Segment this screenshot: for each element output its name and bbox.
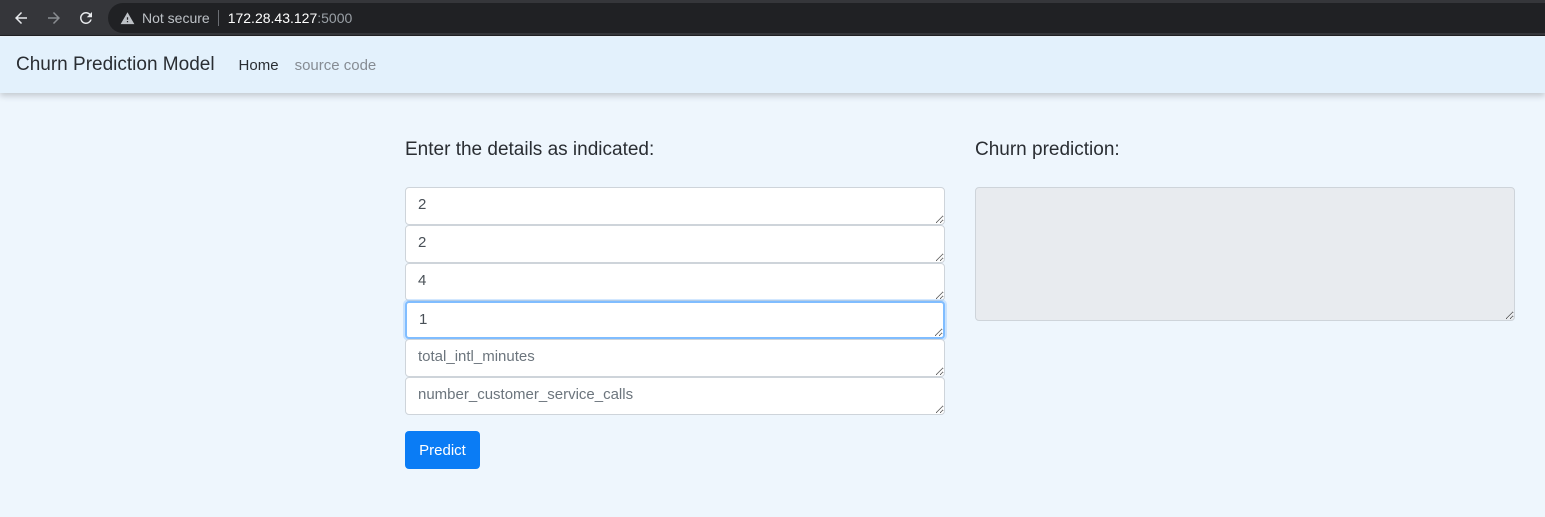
nav-link-source-code[interactable]: source code xyxy=(295,57,377,74)
form-title: Enter the details as indicated: xyxy=(405,139,655,160)
back-arrow-icon xyxy=(15,12,27,24)
browser-toolbar: Not secure 172.28.43.127:5000 xyxy=(0,0,1545,36)
navbar-brand[interactable]: Churn Prediction Model xyxy=(16,54,215,76)
url-port: :5000 xyxy=(317,10,353,26)
warning-icon xyxy=(120,11,135,24)
nav-link-home[interactable]: Home xyxy=(239,57,279,74)
total-intl-minutes-input[interactable] xyxy=(405,339,945,377)
predict-button[interactable]: Predict xyxy=(405,431,480,469)
input-field-3[interactable]: 4 xyxy=(405,263,945,301)
forward-arrow-icon xyxy=(48,12,60,24)
reload-icon xyxy=(79,11,92,24)
omnibox-divider xyxy=(217,10,219,26)
result-title: Churn prediction: xyxy=(975,139,1120,160)
app-navbar: Churn Prediction Model Home source code xyxy=(0,37,1545,93)
back-button[interactable] xyxy=(9,6,33,30)
input-field-1[interactable]: 2 xyxy=(405,187,945,225)
input-field-4[interactable]: 1 xyxy=(405,301,945,339)
input-field-2[interactable]: 2 xyxy=(405,225,945,263)
security-status[interactable]: Not secure xyxy=(142,10,210,26)
address-bar[interactable]: Not secure 172.28.43.127:5000 xyxy=(108,3,1545,33)
url-host: 172.28.43.127 xyxy=(227,10,318,26)
reload-button[interactable] xyxy=(74,6,98,30)
churn-prediction-output xyxy=(975,187,1515,321)
forward-button[interactable] xyxy=(42,6,66,30)
number-customer-service-calls-input[interactable] xyxy=(405,377,945,415)
